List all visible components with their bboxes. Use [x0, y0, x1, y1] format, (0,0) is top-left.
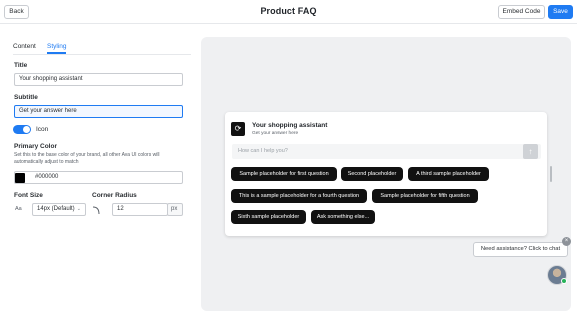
icon-toggle[interactable] [13, 125, 31, 134]
page-title: Product FAQ [260, 6, 317, 16]
subtitle-label: Subtitle [14, 94, 38, 101]
suggestion-chip[interactable]: Sample placeholder for first question [231, 167, 337, 181]
tab-styling[interactable]: Styling [47, 43, 67, 50]
primary-color-input[interactable]: #000000 [14, 171, 183, 184]
widget-subtitle: Get your answer here [252, 131, 299, 136]
assistant-logo-icon: ⟳ [231, 122, 245, 136]
font-size-select[interactable]: 14px (Default) ⌄ [32, 203, 86, 216]
widget-question-input[interactable]: How can I help you? [232, 144, 541, 159]
color-swatch[interactable] [15, 173, 25, 183]
primary-color-help: Set this to the base color of your brand… [14, 152, 160, 165]
send-arrow-icon[interactable]: ↑ [523, 144, 538, 159]
suggestion-chip[interactable]: Sixth sample placeholder [231, 210, 306, 224]
suggestion-chip[interactable]: Second placeholder [341, 167, 403, 181]
tab-content[interactable]: Content [13, 43, 36, 50]
chat-prompt-bubble[interactable]: Need assistance? Click to chat [473, 242, 568, 257]
icon-toggle-label: Icon [36, 126, 49, 133]
online-status-dot [561, 278, 567, 284]
font-size-label: Font Size [14, 192, 43, 199]
widget-title: Your shopping assistant [252, 122, 328, 129]
save-button[interactable]: Save [548, 5, 573, 19]
suggestion-chip[interactable]: A third sample placeholder [408, 167, 489, 181]
tabs-divider [13, 54, 191, 55]
subtitle-input[interactable]: Get your answer here [14, 105, 183, 118]
corner-radius-label: Corner Radius [92, 192, 137, 199]
close-icon[interactable]: × [562, 237, 571, 246]
corner-radius-input[interactable]: 12 [112, 203, 168, 216]
title-input[interactable]: Your shopping assistant [14, 73, 183, 86]
toggle-knob [23, 126, 30, 133]
corner-radius-icon [92, 206, 100, 215]
chat-widget-preview: ⟳ Your shopping assistant Get your answe… [225, 112, 547, 236]
embed-code-button[interactable]: Embed Code [498, 5, 545, 19]
title-label: Title [14, 62, 28, 69]
suggestion-chip[interactable]: Ask something else... [311, 210, 375, 224]
top-bar: Back Product FAQ Embed Code Save [0, 0, 577, 24]
widget-scrollbar[interactable] [550, 166, 552, 182]
primary-color-label: Primary Color [14, 143, 57, 150]
suggestion-chip[interactable]: This is a sample placeholder for a fourt… [231, 189, 367, 203]
font-size-icon: Aa [15, 206, 22, 212]
font-size-value: 14px (Default) [37, 206, 75, 212]
suggestion-chip[interactable]: Sample placeholder for fifth question [372, 189, 478, 203]
corner-radius-unit: px [167, 203, 183, 216]
chevron-down-icon: ⌄ [76, 206, 81, 212]
